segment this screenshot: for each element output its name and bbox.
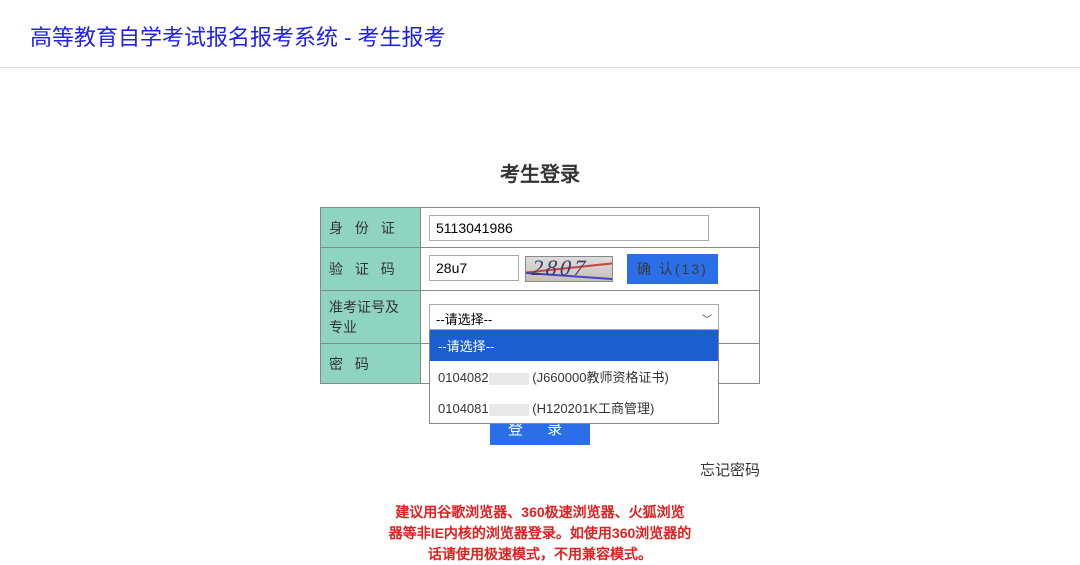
ticket-select-wrapper: --请选择-- ﹀ --请选择--0104082 (J660000教师资格证书)… (429, 304, 719, 330)
captcha-label: 验 证 码 (321, 248, 421, 291)
page-title: 高等教育自学考试报名报考系统 - 考生报考 (30, 20, 1050, 52)
login-form-table: 身 份 证 验 证 码 2807 确 认(13) 准考证号及专业 --请选择-- (320, 207, 760, 384)
masked-segment (489, 373, 529, 385)
browser-advice: 建议用谷歌浏览器、360极速浏览器、火狐浏览 器等非IE内核的浏览器登录。如使用… (320, 502, 760, 565)
advice-line: 器等非IE内核的浏览器登录。如使用360浏览器的 (320, 523, 760, 544)
password-label: 密 码 (321, 344, 421, 384)
dropdown-option[interactable]: 0104082 (J660000教师资格证书) (430, 361, 718, 392)
confirm-button[interactable]: 确 认(13) (627, 254, 718, 284)
ticket-select-value: --请选择-- (436, 312, 492, 327)
advice-line: 话请使用极速模式，不用兼容模式。 (320, 544, 760, 565)
captcha-cell: 2807 确 认(13) (421, 248, 760, 291)
dropdown-option[interactable]: 0104081 (H120201K工商管理) (430, 392, 718, 423)
ticket-cell: --请选择-- ﹀ --请选择--0104082 (J660000教师资格证书)… (421, 291, 760, 344)
captcha-image-text: 2807 (531, 256, 589, 281)
forgot-row: 忘记密码 (320, 459, 760, 480)
login-title: 考生登录 (320, 158, 760, 187)
id-input[interactable] (429, 215, 709, 241)
id-cell (421, 208, 760, 248)
id-label: 身 份 证 (321, 208, 421, 248)
forgot-password-link[interactable]: 忘记密码 (700, 462, 760, 479)
captcha-input[interactable] (429, 255, 519, 281)
ticket-dropdown: --请选择--0104082 (J660000教师资格证书)0104081 (H… (429, 330, 719, 424)
advice-line: 建议用谷歌浏览器、360极速浏览器、火狐浏览 (320, 502, 760, 523)
masked-segment (489, 404, 529, 416)
captcha-image[interactable]: 2807 (525, 256, 613, 282)
login-panel: 考生登录 身 份 证 验 证 码 2807 确 认(13) 准考证号及专业 (320, 158, 760, 565)
chevron-down-icon: ﹀ (702, 311, 712, 326)
page-header: 高等教育自学考试报名报考系统 - 考生报考 (0, 0, 1080, 68)
dropdown-option[interactable]: --请选择-- (430, 330, 718, 361)
ticket-label: 准考证号及专业 (321, 291, 421, 344)
ticket-select[interactable]: --请选择-- ﹀ (429, 304, 719, 330)
